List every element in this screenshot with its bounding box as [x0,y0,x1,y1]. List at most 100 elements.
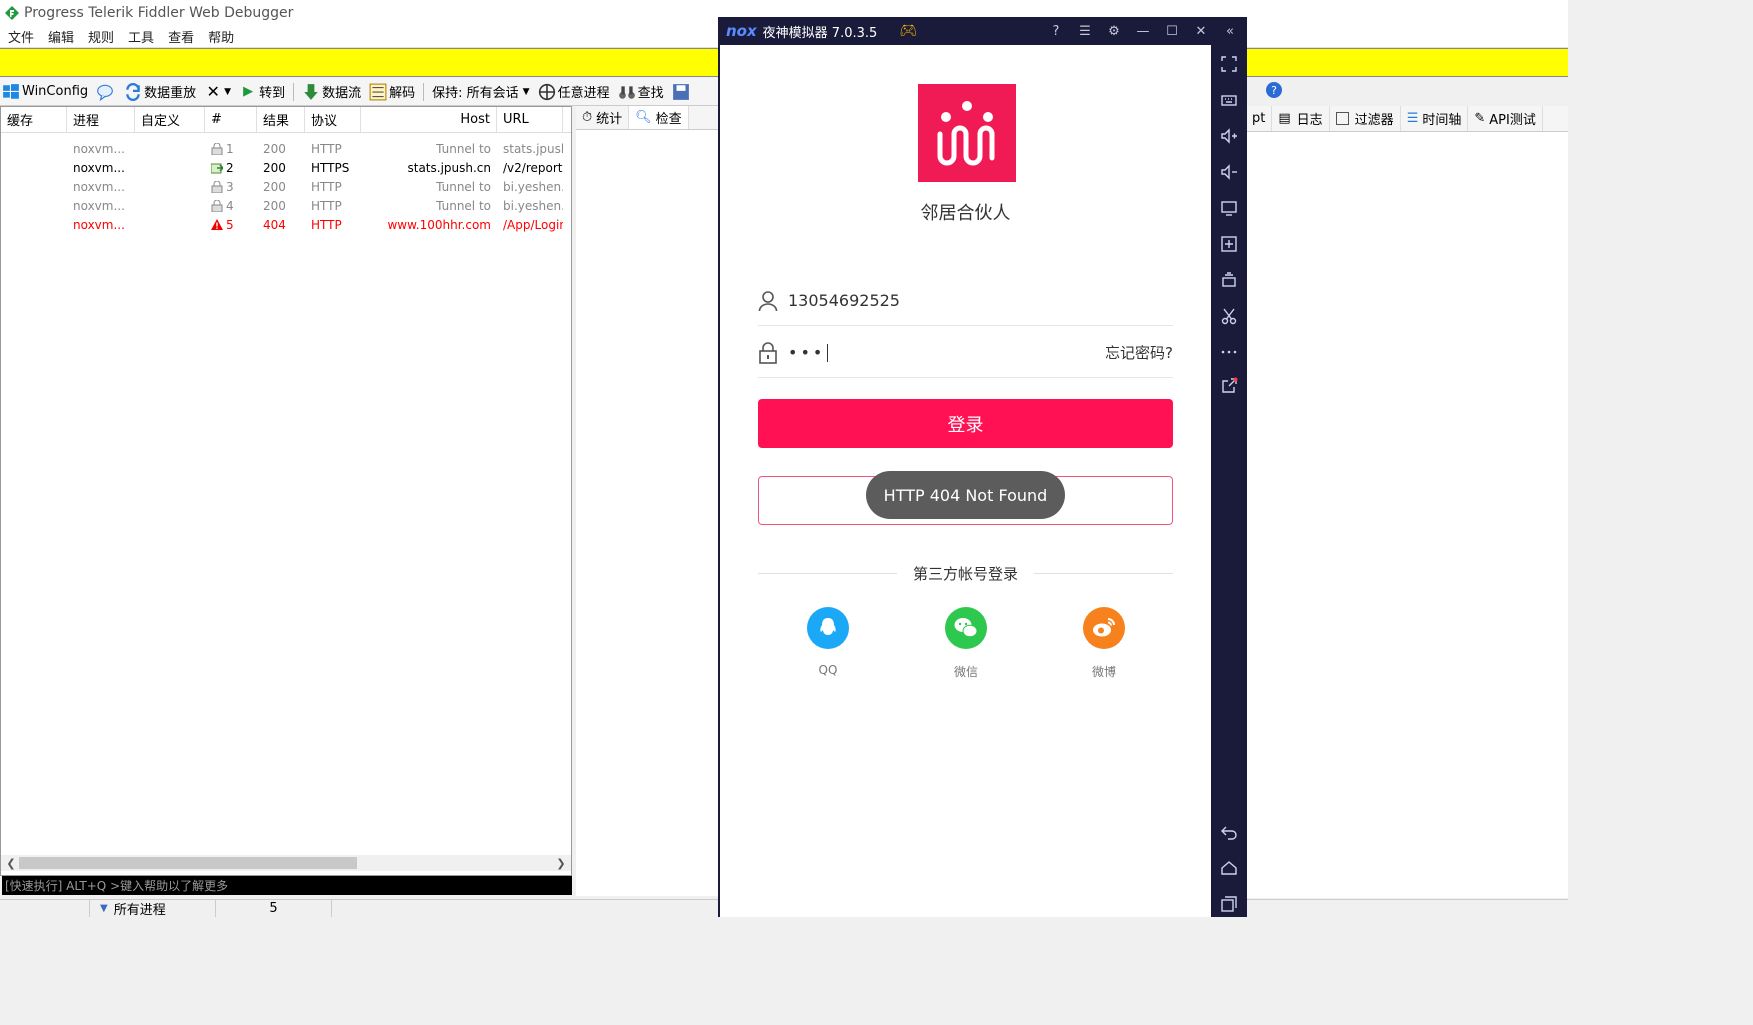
tab-inspectors[interactable]: 🔍︎ 检查 [629,106,689,129]
cell-host: stats.jpush.cn [407,160,491,175]
session-list[interactable]: 缓存 进程 自定义 # 结果 协议 Host URL noxvm... 1 20… [0,106,572,876]
qq-login[interactable]: QQ [788,607,868,677]
go-button[interactable]: ▶ 转到 [239,82,285,101]
app-logo-icon [937,101,995,166]
menu-view[interactable]: 查看 [168,27,194,46]
recent-apps-icon[interactable] [1220,895,1238,913]
lock-icon [759,341,777,364]
more-icon[interactable] [1220,343,1238,361]
toolbar: WinConfig 数据重放 ✕ ▼ ▶ 转到 数据流 解码 保持: 所有会话 … [0,78,720,106]
gear-icon[interactable]: ⚙ [1107,24,1121,39]
menu-help[interactable]: 帮助 [208,27,234,46]
wechat-icon [945,607,987,649]
column-header-url[interactable]: URL [497,107,563,132]
column-header-protocol[interactable]: 协议 [305,107,361,132]
replay-icon [126,82,140,101]
process-filter-status[interactable]: ▼ 所有进程 [90,900,216,917]
scissors-icon[interactable] [1220,307,1238,325]
weibo-login[interactable]: 微博 [1064,607,1144,680]
column-header-host[interactable]: Host [361,107,497,132]
third-party-label: 第三方帐号登录 [913,564,1019,583]
session-id: 2 [226,160,234,175]
table-row[interactable]: noxvm... 3 200 HTTP Tunnel to bi.yeshen.… [1,177,571,196]
user-icon [758,290,778,311]
cell-process: noxvm... [73,160,125,175]
login-button[interactable]: 登录 [758,399,1173,448]
wechat-login[interactable]: 微信 [926,607,1006,680]
cell-protocol: HTTP [311,141,342,156]
screen-icon[interactable] [1220,199,1238,217]
home-icon[interactable] [1220,859,1238,877]
minimize-icon[interactable]: — [1136,24,1150,39]
table-row[interactable]: noxvm... 4 200 HTTP Tunnel to bi.yeshen.… [1,196,571,215]
tab-timeline[interactable]: ☰ 时间轴 [1401,106,1469,131]
fullscreen-icon[interactable] [1220,55,1238,73]
cell-result: 404 [263,217,286,232]
help-circle-icon[interactable]: ? [1049,24,1063,39]
gamepad-icon[interactable]: 🎮︎ [899,23,917,39]
find-button[interactable]: 查找 [618,82,664,101]
volume-up-icon[interactable] [1220,127,1238,145]
play-icon: ▶ [243,84,254,99]
tab-script-partial[interactable]: pt [1246,106,1273,131]
save-button[interactable] [672,83,692,101]
save-icon [672,83,689,100]
scrollbar-thumb[interactable] [19,857,357,869]
add-apk-icon[interactable] [1220,235,1238,253]
scroll-right-icon[interactable]: ❯ [553,855,569,871]
table-row[interactable]: noxvm... 2 200 HTTPS stats.jpush.cn /v2/… [1,158,571,177]
quickexec-placeholder: [快速执行] ALT+Q >键入帮助以了解更多 [5,879,229,893]
column-header-result[interactable]: 结果 [257,107,305,132]
phone-field[interactable]: 13054692525 [758,276,1173,326]
menu-rules[interactable]: 规则 [88,27,114,46]
decode-button[interactable]: 解码 [369,82,415,101]
session-id: 4 [226,198,234,213]
tab-filters[interactable]: 过滤器 [1330,106,1401,131]
tab-log[interactable]: ▤ 日志 [1272,106,1330,131]
cell-result: 200 [263,141,286,156]
tab-api-test[interactable]: ✎ API测试 [1468,106,1543,131]
external-link-icon[interactable] [1220,377,1238,395]
column-header-number[interactable]: # [205,107,257,132]
table-row[interactable]: noxvm... 1 200 HTTP Tunnel to stats.jpus… [1,139,571,158]
forgot-password-link[interactable]: 忘记密码? [1105,342,1173,363]
stream-arrow-icon [304,83,318,100]
tab-statistics[interactable]: ⏱ 统计 [576,106,630,129]
table-row[interactable]: noxvm... 5 404 HTTP www.100hhr.com /App/… [1,215,571,234]
keyboard-icon[interactable] [1220,91,1238,109]
stopwatch-icon: ⏱ [582,110,593,125]
cell-process: noxvm... [73,141,125,156]
scroll-left-icon[interactable]: ❮ [3,855,19,871]
multi-instance-icon[interactable] [1220,271,1238,289]
password-field[interactable]: ••• 忘记密码? [758,328,1173,378]
winconfig-button[interactable]: WinConfig [2,83,88,101]
quickexec-input[interactable]: [快速执行] ALT+Q >键入帮助以了解更多 [2,876,572,895]
stream-button[interactable]: 数据流 [302,82,361,101]
help-icon[interactable]: ? [1266,82,1282,98]
remove-button[interactable]: ✕ ▼ [204,82,231,101]
android-screen[interactable]: 邻居合伙人 13054692525 ••• 忘记密码? 登录 新用户注册 [720,45,1211,917]
column-header-process[interactable]: 进程 [67,107,135,132]
warning-icon [211,218,223,230]
cell-number: 2 [205,161,257,175]
horizontal-scrollbar[interactable]: ❮ ❯ [1,855,571,871]
comment-button[interactable] [96,83,116,101]
column-header-cache[interactable]: 缓存 [1,107,67,132]
menu-edit[interactable]: 编辑 [48,27,74,46]
close-icon[interactable]: ✕ [1194,24,1208,39]
menu-file[interactable]: 文件 [8,27,34,46]
maximize-icon[interactable]: ☐ [1165,24,1179,39]
cell-number: 3 [205,180,257,194]
replay-button[interactable]: 数据重放 [124,82,196,101]
cell-url: /v2/report [503,160,563,175]
menu-icon[interactable]: ☰ [1078,24,1092,39]
collapse-sidebar-icon[interactable]: « [1223,24,1237,39]
keep-sessions-dropdown[interactable]: 保持: 所有会话 ▼ [432,82,529,101]
column-header-custom[interactable]: 自定义 [135,107,205,132]
back-icon[interactable] [1220,823,1238,841]
volume-down-icon[interactable] [1220,163,1238,181]
text-caret [827,344,829,363]
any-process-button[interactable]: 任意进程 [538,82,610,101]
menu-tools[interactable]: 工具 [128,27,154,46]
nox-logo: nox [726,22,757,40]
